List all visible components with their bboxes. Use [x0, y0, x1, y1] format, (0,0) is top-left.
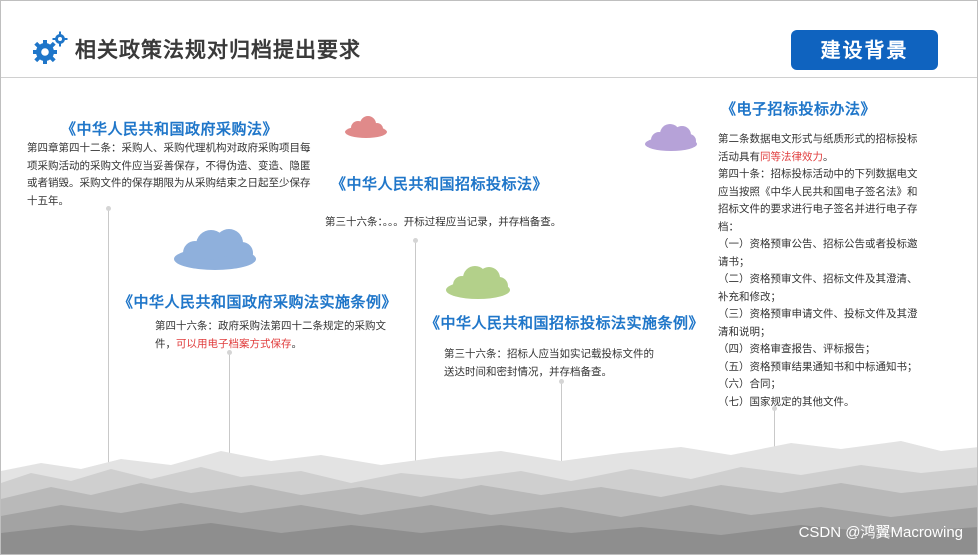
- procurement-law-text: 第四章第四十二条：采购人、采购代理机构对政府采购项目每项采购活动的采购文件应当妥…: [27, 142, 311, 207]
- bidding-regulations-body: 第三十六条：招标人应当如实记载投标文件的送达时间和密封情况，并存档备查。: [444, 346, 659, 381]
- connector-dot: [413, 238, 418, 243]
- background-badge[interactable]: 建设背景: [791, 30, 938, 70]
- procurement-regulations-suffix: 。: [291, 337, 303, 350]
- list-item: （一）资格预审公告、招标公告或者投标邀请书；: [718, 238, 918, 268]
- procurement-regulations-title: 《中华人民共和国政府采购法实施条例》: [118, 293, 398, 311]
- bidding-law-body: 第三十六条：。。。开标过程应当记录，并存档备查。: [325, 214, 605, 232]
- bidding-regulations-title: 《中华人民共和国招标投标法实施条例》: [425, 314, 705, 332]
- page-title: 相关政策法规对归档提出要求: [75, 38, 361, 62]
- article2-suffix: 。: [823, 150, 834, 163]
- list-item: （六）合同；: [718, 378, 781, 390]
- bidding-law-text: 第三十六条：。。。开标过程应当记录，并存档备查。: [325, 216, 562, 228]
- purple-cloud-icon: [645, 124, 697, 151]
- list-item: （四）资格审查报告、评标报告；: [718, 343, 876, 355]
- legal-effect-highlight: 同等法律效力: [760, 150, 823, 163]
- electronic-archive-highlight: 可以用电子档案方式保存: [176, 337, 292, 350]
- gear-icon: [33, 31, 68, 64]
- list-item: （三）资格预审申请文件、投标文件及其澄清和说明；: [718, 308, 918, 338]
- list-item: （二）资格预审文件、招标文件及其澄清、补充和修改；: [718, 273, 918, 303]
- blue-cloud-icon: [174, 229, 256, 270]
- green-cloud-icon: [446, 266, 510, 299]
- article10-text: 第四十条：招标投标活动中的下列数据电文应当按照《中华人民共和国电子签名法》和招标…: [718, 168, 918, 233]
- red-cloud-icon: [345, 116, 387, 138]
- electronic-bidding-title: 《电子招标投标办法》: [721, 100, 877, 118]
- procurement-law-title: 《中华人民共和国政府采购法》: [61, 120, 279, 138]
- list-item: （五）资格预审结果通知书和中标通知书；: [718, 360, 918, 373]
- procurement-regulations-body: 第四十六条：政府采购法第四十二条规定的采购文件，可以用电子档案方式保存。: [155, 318, 405, 353]
- watermark: CSDN @鸿翼Macrowing: [798, 524, 963, 541]
- electronic-bidding-body: 第二条数据电文形式与纸质形式的招标投标活动具有同等法律效力。 第四十条：招标投标…: [718, 131, 926, 411]
- slide: 相关政策法规对归档提出要求 建设背景 《中华人民共和国政府采购法》 第四章第四十…: [0, 0, 978, 555]
- bidding-law-title: 《中华人民共和国招标投标法》: [331, 175, 549, 193]
- procurement-law-body: 第四章第四十二条：采购人、采购代理机构对政府采购项目每项采购活动的采购文件应当妥…: [27, 140, 311, 210]
- header: 相关政策法规对归档提出要求 建设背景: [1, 1, 977, 78]
- bidding-regulations-text: 第三十六条：招标人应当如实记载投标文件的送达时间和密封情况，并存档备查。: [444, 348, 654, 378]
- list-item: （七）国家规定的其他文件。: [718, 395, 855, 408]
